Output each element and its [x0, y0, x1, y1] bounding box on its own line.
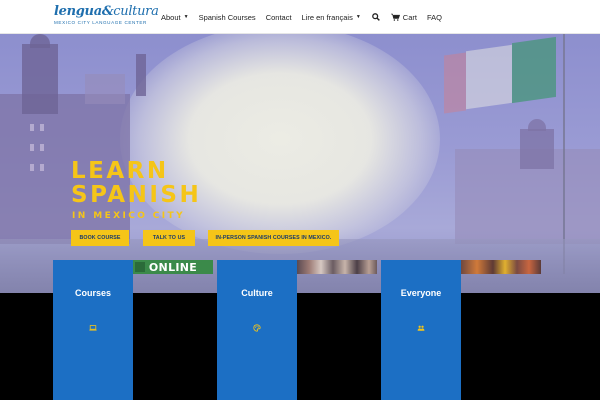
- flag-red-stripe: [444, 52, 466, 114]
- window: [30, 144, 34, 151]
- hero-sky-glow: [120, 34, 440, 254]
- everyone-card-title: Everyone: [400, 288, 442, 298]
- logo-word-cultura: cultura: [113, 4, 159, 19]
- palace-dome: [528, 119, 546, 131]
- nav-item-spanish-courses[interactable]: Spanish Courses: [194, 0, 261, 34]
- people-icon: [417, 319, 425, 331]
- nav-about-label: About: [161, 12, 181, 22]
- window: [40, 164, 44, 171]
- flag-pole: [563, 34, 565, 274]
- nav-item-about[interactable]: About ▼: [156, 0, 194, 34]
- culture-card[interactable]: Culture: [217, 260, 297, 400]
- window: [30, 164, 34, 171]
- hero-banner: LEARN SPANISH IN MEXICO CITY BOOK COURSE…: [0, 34, 600, 293]
- palette-icon: [253, 319, 261, 332]
- nav-contact-label: Contact: [265, 12, 292, 22]
- cathedral-spire: [136, 54, 146, 96]
- logo-wordmark: lengua&cultura: [54, 4, 159, 20]
- online-thumbnail-label: ONLINE: [148, 260, 198, 274]
- talk-to-us-button[interactable]: TALK TO US: [143, 230, 195, 246]
- cathedral-dome: [85, 74, 125, 104]
- hero-subtitle: IN MEXICO CITY: [72, 211, 186, 221]
- search-icon: [371, 12, 381, 22]
- nav-item-cart[interactable]: Cart: [386, 0, 422, 34]
- nav-item-search[interactable]: [366, 0, 386, 34]
- culture-thumbnail[interactable]: [297, 260, 377, 274]
- hero-title: LEARN SPANISH: [71, 159, 201, 207]
- caret-down-icon: ▼: [183, 14, 189, 20]
- logo-tagline: Mexico City Language Center: [54, 20, 147, 25]
- site-header: lengua&cultura Mexico City Language Cent…: [0, 0, 600, 34]
- online-thumbnail[interactable]: ONLINE: [133, 260, 213, 274]
- nav-item-language[interactable]: Lire en français ▼: [297, 0, 366, 34]
- nav-language-label: Lire en français: [301, 12, 353, 22]
- logo-ampersand: &: [101, 4, 114, 19]
- courses-card-title: Courses: [74, 288, 111, 298]
- nav-spanish-courses-label: Spanish Courses: [198, 12, 256, 22]
- cathedral-tower-left: [22, 44, 58, 114]
- flag-white-stripe: [466, 44, 512, 110]
- courses-card[interactable]: Courses: [53, 260, 133, 400]
- everyone-card[interactable]: Everyone: [381, 260, 461, 400]
- cart-icon: [391, 12, 401, 22]
- palace-tower: [520, 129, 554, 169]
- window: [40, 144, 44, 151]
- flag-green-stripe: [512, 36, 556, 104]
- main-nav: About ▼ Spanish Courses Contact Lire en …: [156, 0, 447, 34]
- laptop-icon: [89, 319, 97, 331]
- nav-cart-label: Cart: [402, 12, 417, 22]
- window: [40, 124, 44, 131]
- logo-word-lengua: lengua: [54, 4, 102, 19]
- hero-title-line2: SPANISH: [71, 182, 202, 208]
- book-course-button[interactable]: BOOK COURSE: [71, 230, 129, 246]
- nav-item-faq[interactable]: FAQ: [422, 0, 447, 34]
- nav-item-contact[interactable]: Contact: [261, 0, 297, 34]
- site-logo[interactable]: lengua&cultura Mexico City Language Cent…: [54, 4, 159, 30]
- screen-graphic: [135, 262, 145, 272]
- culture-card-title: Culture: [241, 288, 273, 298]
- nav-faq-label: FAQ: [426, 12, 442, 22]
- tower-dome: [30, 34, 50, 48]
- in-person-courses-button[interactable]: IN-PERSON SPANISH COURSES IN MEXICO.: [208, 230, 339, 246]
- caret-down-icon: ▼: [355, 14, 361, 20]
- window: [30, 124, 34, 131]
- hero-title-line1: LEARN: [71, 158, 169, 184]
- everyone-thumbnail[interactable]: [461, 260, 541, 274]
